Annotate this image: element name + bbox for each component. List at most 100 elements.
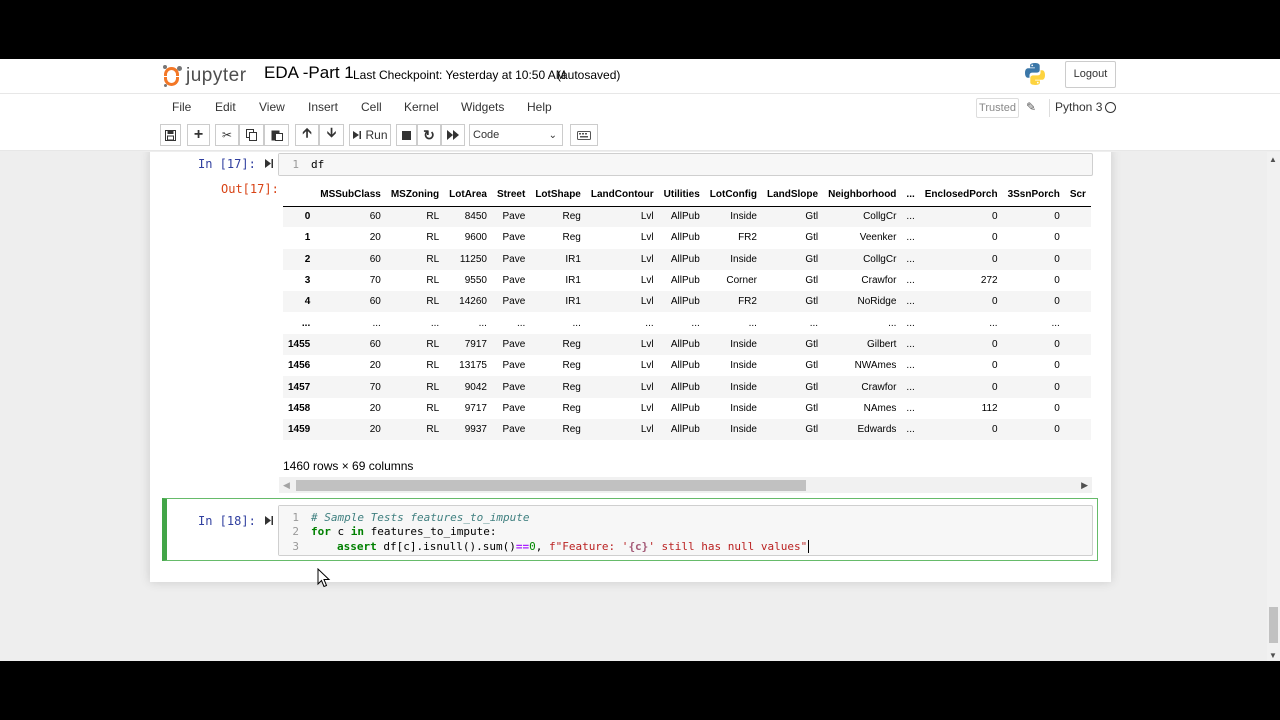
table-cell: Reg	[562, 381, 581, 393]
table-cell: AllPub	[670, 381, 700, 393]
table-cell: Pave	[502, 424, 526, 436]
table-cell: Lvl	[640, 338, 654, 350]
row-index: 1457	[288, 381, 311, 393]
menu-widgets[interactable]: Widgets	[461, 100, 504, 114]
table-cell: Lvl	[640, 275, 654, 287]
notebook-name[interactable]: EDA -Part 1	[264, 63, 354, 83]
menu-file[interactable]: File	[172, 100, 191, 114]
table-cell: Lvl	[640, 253, 654, 265]
cell-17-code: df	[311, 158, 325, 171]
arrow-down-icon: 🡫	[326, 125, 337, 140]
table-cell: 0	[1054, 253, 1060, 265]
table-row: 1457 70 RL 9042 Pave Reg Lvl AllPub Inside Gtl Cra…	[283, 376, 1091, 398]
index-header	[283, 184, 316, 207]
table-cell: ...	[906, 424, 915, 436]
cell-type-select[interactable]: Code ⌄	[469, 124, 563, 146]
notebook-scroll-area[interactable]: In [17]: 1 df Out[17]: MSSubClass MSZonin…	[0, 152, 1268, 661]
checkpoint-status: Last Checkpoint: Yesterday at 10:50 AM	[353, 68, 566, 82]
menu-view[interactable]: View	[259, 100, 285, 114]
horizontal-scroll-thumb[interactable]	[296, 480, 806, 491]
edit-mode-pencil-icon: ✎	[1026, 100, 1037, 114]
cell-18-input[interactable]: 1 2 3 # Sample Tests features_to_impute …	[278, 505, 1093, 556]
jupyter-logo[interactable]: jupyter	[162, 62, 247, 90]
table-cell: ...	[906, 296, 915, 308]
python-logo-icon	[1025, 63, 1045, 85]
menu-edit[interactable]: Edit	[215, 100, 236, 114]
run-button[interactable]: Run	[349, 124, 391, 146]
scroll-right-arrow-icon[interactable]: ▶	[1081, 480, 1088, 491]
table-cell: Lvl	[640, 360, 654, 372]
kernel-name[interactable]: Python 3	[1055, 100, 1102, 114]
table-cell: 14260	[459, 296, 487, 308]
table-cell: Gilbert	[866, 338, 897, 350]
table-cell: ...	[906, 402, 915, 414]
save-button[interactable]	[160, 124, 181, 146]
menu-insert[interactable]: Insert	[308, 100, 338, 114]
restart-run-all-button[interactable]	[441, 124, 465, 146]
scroll-down-arrow-icon[interactable]: ▼	[1269, 651, 1277, 660]
table-cell: 272	[980, 275, 998, 287]
notebook-toolbar: + ✂ 🡩 🡫 Run ↻ Code ⌄	[0, 121, 1280, 151]
row-index: 1459	[288, 424, 311, 436]
text-cursor	[808, 540, 810, 553]
vertical-scroll-thumb[interactable]	[1269, 607, 1278, 643]
table-cell: Crawfor	[861, 275, 897, 287]
jupyter-logo-icon	[162, 65, 182, 87]
trusted-indicator[interactable]: Trusted	[976, 98, 1019, 118]
restart-kernel-button[interactable]: ↻	[417, 124, 441, 146]
line-number: 2	[292, 525, 299, 538]
table-cell: 0	[1054, 424, 1060, 436]
table-cell: ...	[748, 317, 757, 329]
column-header: Neighborhood	[823, 184, 902, 207]
column-header: LotShape	[530, 184, 586, 207]
table-cell: Gtl	[805, 424, 819, 436]
cell-17-run-icon[interactable]	[264, 158, 274, 169]
scroll-up-arrow-icon[interactable]: ▲	[1269, 155, 1277, 164]
row-index: 1456	[288, 360, 311, 372]
table-cell: Gtl	[805, 381, 819, 393]
table-cell: ...	[809, 317, 819, 329]
run-label: Run	[365, 128, 388, 142]
table-cell: ...	[906, 253, 915, 265]
move-up-button[interactable]: 🡩	[295, 124, 319, 146]
row-index: ...	[301, 317, 311, 329]
string: ' still has null values"	[648, 540, 808, 553]
scroll-left-arrow-icon[interactable]: ◀	[283, 480, 290, 491]
table-cell: AllPub	[670, 402, 700, 414]
paste-button[interactable]	[264, 124, 289, 146]
page-vertical-scrollbar[interactable]: ▲ ▼	[1267, 152, 1280, 661]
table-cell: 112	[981, 402, 998, 414]
table-cell: 0	[1054, 275, 1060, 287]
table-row: 0 60 RL 8450 Pave Reg Lvl AllPub Inside Gtl CollgC…	[283, 206, 1091, 228]
dataframe-shape: 1460 rows × 69 columns	[283, 459, 414, 473]
menu-cell[interactable]: Cell	[361, 100, 382, 114]
arrow-up-icon: 🡩	[302, 125, 312, 140]
table-row: 2 60 RL 11250 Pave IR1 Lvl AllPub Inside Gtl Collg…	[283, 248, 1091, 270]
interrupt-button[interactable]	[396, 124, 417, 146]
cell-17-out-prompt: Out[17]:	[221, 182, 279, 196]
column-header: Scr	[1064, 184, 1091, 207]
insert-cell-button[interactable]: +	[187, 124, 210, 146]
table-cell: Inside	[730, 338, 757, 350]
copy-button[interactable]	[239, 124, 264, 146]
table-cell: 0	[1054, 360, 1060, 372]
table-cell: Reg	[562, 338, 581, 350]
table-cell: 9550	[464, 275, 487, 287]
command-palette-button[interactable]	[570, 124, 598, 146]
table-cell: ...	[1051, 317, 1060, 329]
table-cell: CollgCr	[863, 211, 897, 223]
keyword: assert	[337, 540, 377, 553]
chevron-down-icon: ⌄	[548, 130, 557, 141]
cell-18-run-icon[interactable]	[264, 515, 274, 526]
table-cell: Lvl	[640, 211, 654, 223]
output-horizontal-scrollbar[interactable]: ◀ ▶	[279, 477, 1092, 493]
menu-kernel[interactable]: Kernel	[404, 100, 439, 114]
table-cell: AllPub	[670, 338, 700, 350]
move-down-button[interactable]: 🡫	[319, 124, 344, 146]
table-cell: Reg	[562, 424, 581, 436]
cut-button[interactable]: ✂	[215, 124, 239, 146]
logout-button[interactable]: Logout	[1065, 61, 1116, 88]
menu-help[interactable]: Help	[527, 100, 552, 114]
cell-17-input[interactable]: 1 df	[278, 153, 1093, 176]
table-cell: Reg	[562, 402, 581, 414]
